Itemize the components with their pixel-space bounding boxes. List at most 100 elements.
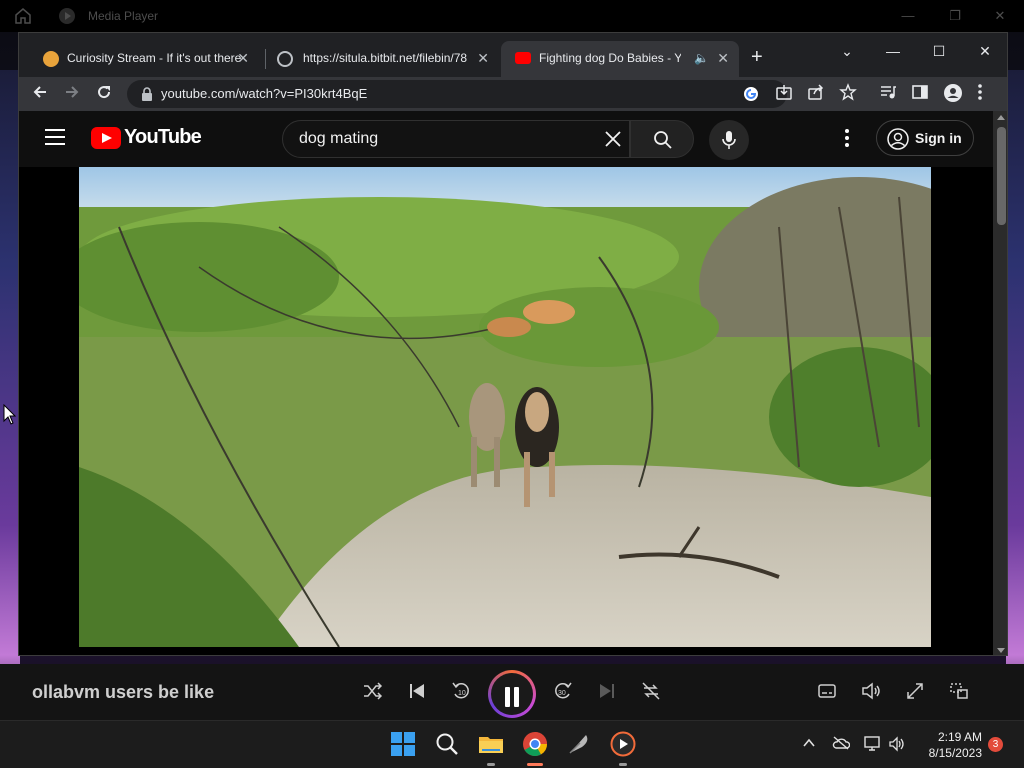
pause-button[interactable]: [488, 670, 536, 718]
install-app-icon[interactable]: [775, 83, 797, 105]
back-icon[interactable]: [29, 83, 51, 105]
curiosity-favicon-icon: [43, 51, 59, 67]
taskbar-search-icon[interactable]: [434, 731, 462, 759]
share-icon[interactable]: [807, 83, 829, 105]
media-player-running-indicator: [619, 763, 627, 766]
youtube-favicon-icon: [515, 52, 531, 64]
app-feather-icon[interactable]: [566, 731, 594, 759]
microphone-icon: [722, 131, 736, 149]
chrome-running-indicator: [527, 763, 543, 766]
repeat-off-icon[interactable]: [640, 680, 664, 704]
google-lens-icon[interactable]: [743, 86, 759, 107]
wallpaper-left: [0, 70, 20, 720]
taskbar-clock[interactable]: 2:19 AM 8/15/2023: [912, 729, 982, 761]
account-circle-icon: [887, 128, 909, 150]
media-player-logo-icon: [58, 7, 76, 28]
notification-badge[interactable]: 3: [988, 737, 1003, 752]
youtube-play-logo-icon: [91, 127, 121, 149]
close-icon[interactable]: ✕: [990, 6, 1010, 26]
video-player[interactable]: [19, 167, 993, 655]
side-panel-icon[interactable]: [911, 83, 933, 105]
minimize-icon[interactable]: —: [881, 39, 905, 63]
rewind-label: 10: [458, 690, 466, 697]
tab-filebin[interactable]: https://situla.bitbit.net/filebin/78 ✕: [259, 41, 499, 77]
guide-menu-icon[interactable]: [45, 129, 65, 145]
pause-icon: [505, 687, 510, 707]
search-icon: [654, 131, 672, 149]
tab-title: https://situla.bitbit.net/filebin/78: [303, 51, 468, 65]
mouse-cursor-icon: [3, 403, 17, 431]
media-player-taskbar-icon[interactable]: [610, 731, 638, 759]
settings-kebab-icon[interactable]: [845, 129, 851, 149]
volume-icon[interactable]: [860, 680, 884, 704]
network-icon[interactable]: [864, 736, 882, 755]
scroll-down-arrow-icon[interactable]: [997, 648, 1005, 653]
lock-icon[interactable]: [141, 87, 153, 106]
forward-label: 30: [558, 690, 566, 697]
chrome-menu-icon[interactable]: [977, 83, 999, 105]
clock-time: 2:19 AM: [937, 730, 982, 744]
wallpaper-right: [1006, 70, 1024, 720]
tab-close-icon[interactable]: ✕: [717, 41, 729, 75]
scroll-up-arrow-icon[interactable]: [997, 115, 1005, 120]
tab-curiosity-stream[interactable]: Curiosity Stream - If it's out there ✕: [23, 41, 259, 77]
previous-icon[interactable]: [406, 680, 430, 704]
start-windows-icon[interactable]: [390, 731, 418, 759]
file-explorer-icon[interactable]: [478, 731, 506, 759]
next-icon[interactable]: [596, 680, 620, 704]
pause-button-face: [491, 673, 533, 715]
browser-toolbar: youtube.com/watch?v=PI30krt4BqE: [19, 77, 1007, 111]
new-tab-icon[interactable]: +: [751, 47, 763, 67]
shuffle-icon[interactable]: [362, 680, 386, 704]
close-icon[interactable]: ✕: [973, 39, 997, 63]
forward-30-icon[interactable]: 30: [552, 680, 576, 704]
youtube-logo-text: YouTube: [124, 126, 202, 148]
speaker-volume-icon[interactable]: [888, 736, 906, 755]
voice-search-button[interactable]: [709, 120, 749, 160]
sign-in-button[interactable]: Sign in: [876, 120, 974, 156]
scrollbar-thumb[interactable]: [997, 127, 1006, 225]
chrome-icon[interactable]: [522, 731, 550, 759]
search-input[interactable]: dog mating: [282, 120, 630, 158]
tab-strip: Curiosity Stream - If it's out there ✕ h…: [19, 33, 1007, 77]
restore-icon[interactable]: ❐: [945, 6, 965, 26]
rewind-10-icon[interactable]: 10: [450, 680, 474, 704]
address-bar[interactable]: youtube.com/watch?v=PI30krt4BqE: [127, 80, 787, 108]
speaker-icon[interactable]: 🔈: [694, 41, 709, 75]
video-scene-image: [79, 167, 931, 647]
onedrive-offline-icon[interactable]: [832, 736, 851, 753]
reload-icon[interactable]: [93, 83, 115, 105]
page-viewport: YouTube dog mating Sign in: [19, 111, 993, 655]
forward-icon[interactable]: [61, 83, 83, 105]
maximize-icon[interactable]: ☐: [927, 39, 951, 63]
explorer-running-indicator: [487, 763, 495, 766]
tab-youtube-active[interactable]: Fighting dog Do Babies - YouTube 🔈 ✕: [501, 41, 739, 77]
media-player-controls: ollabvm users be like 10 30: [0, 664, 1024, 720]
tab-search-chevron-icon[interactable]: ⌄: [835, 39, 859, 63]
globe-icon: [277, 51, 293, 67]
search-button[interactable]: [630, 120, 694, 158]
youtube-header: YouTube dog mating Sign in: [19, 111, 993, 167]
home-icon[interactable]: [14, 7, 32, 28]
media-player-titlebar: Media Player — ❐ ✕: [0, 0, 1024, 32]
bookmark-star-icon[interactable]: [839, 83, 861, 105]
mini-player-icon[interactable]: [948, 680, 972, 704]
captions-icon[interactable]: [816, 680, 840, 704]
tab-title: Fighting dog Do Babies - YouTube: [539, 51, 681, 65]
url-text: youtube.com/watch?v=PI30krt4BqE: [161, 86, 368, 101]
page-scrollbar[interactable]: [993, 111, 1007, 655]
profile-icon[interactable]: [943, 83, 965, 105]
tab-close-icon[interactable]: ✕: [477, 41, 489, 75]
minimize-icon[interactable]: —: [898, 6, 918, 26]
video-frame[interactable]: [79, 167, 931, 647]
clear-search-icon[interactable]: [603, 129, 623, 154]
media-player-title: Media Player: [88, 9, 159, 23]
fullscreen-icon[interactable]: [904, 680, 928, 704]
tab-close-icon[interactable]: ✕: [237, 41, 249, 75]
show-hidden-icons-chevron-icon[interactable]: [802, 736, 816, 753]
tab-title: Curiosity Stream - If it's out there: [67, 51, 242, 65]
browser-window: Curiosity Stream - If it's out there ✕ h…: [18, 32, 1008, 656]
desktop: Media Player — ❐ ✕ Curiosity Stream - If…: [0, 0, 1024, 768]
clock-date: 8/15/2023: [928, 746, 982, 760]
media-control-icon[interactable]: [879, 83, 901, 105]
